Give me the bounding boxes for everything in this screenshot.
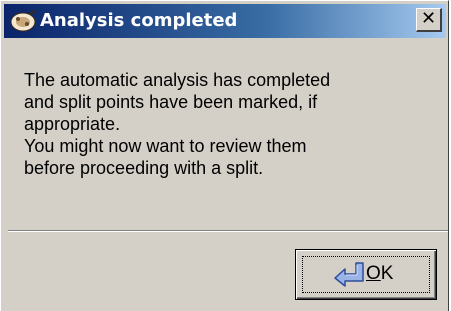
dialog-title: Analysis completed bbox=[40, 10, 238, 31]
app-icon bbox=[10, 10, 36, 32]
message-line: The automatic analysis has completed bbox=[24, 70, 331, 90]
ok-button[interactable]: OK bbox=[295, 249, 437, 300]
title-bar[interactable]: Analysis completed ✕ bbox=[4, 4, 446, 38]
ok-label: OK bbox=[366, 263, 394, 284]
message-line: You might now want to review them bbox=[24, 136, 307, 156]
separator bbox=[8, 230, 448, 232]
close-button[interactable]: ✕ bbox=[416, 8, 442, 32]
analysis-completed-dialog: Analysis completed ✕ The automatic analy… bbox=[0, 0, 449, 311]
message-line: before proceeding with a split. bbox=[24, 158, 264, 178]
message-text: The automatic analysis has completed and… bbox=[24, 69, 444, 179]
message-line: appropriate. bbox=[24, 114, 121, 134]
close-icon: ✕ bbox=[420, 8, 437, 29]
return-arrow-icon bbox=[332, 259, 366, 289]
message-line: and split points have been marked, if bbox=[24, 92, 318, 112]
